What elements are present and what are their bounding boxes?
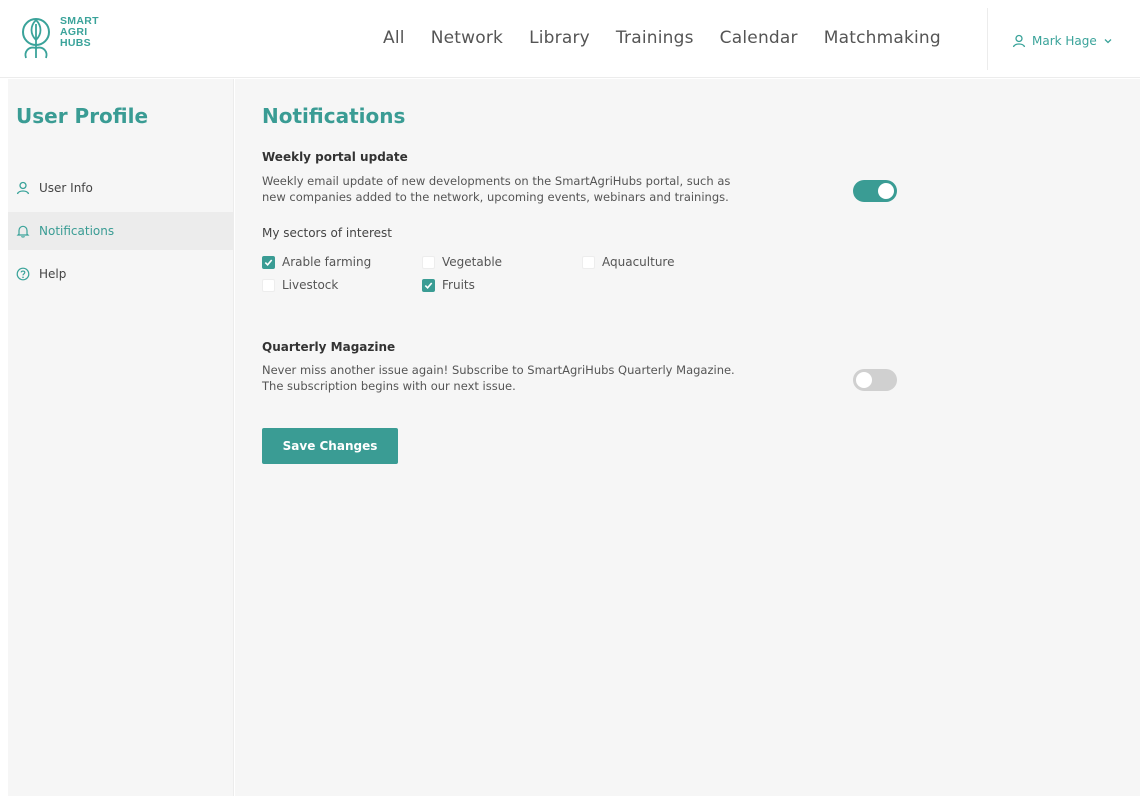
sidebar-item-notifications[interactable]: Notifications [8, 212, 234, 250]
leaf-globe-icon [22, 18, 50, 59]
sidebar-item-label: Help [39, 267, 67, 281]
nav-item-matchmaking[interactable]: Matchmaking [811, 28, 954, 56]
checkbox-label: Vegetable [442, 255, 503, 269]
description-line: Never miss another issue again! Subscrib… [262, 363, 735, 377]
checkbox-checked [262, 255, 275, 269]
sidebar-item-user-info[interactable]: User Info [8, 169, 234, 207]
sidebar-item-help[interactable]: Help [8, 255, 234, 293]
save-changes-button[interactable]: Save Changes [262, 428, 398, 464]
weekly-update-description: Weekly email update of new developments … [262, 173, 802, 205]
help-circle-icon [16, 267, 30, 281]
quarterly-magazine-description: Never miss another issue again! Subscrib… [262, 362, 802, 394]
nav-item-trainings[interactable]: Trainings [603, 28, 707, 56]
description-line: The subscription begins with our next is… [262, 379, 516, 393]
description-line: Weekly email update of new developments … [262, 174, 731, 188]
logo-wordmark: SMART AGRI HUBS [60, 16, 99, 49]
checkbox-vegetable[interactable]: Vegetable [422, 254, 502, 270]
sectors-label: My sectors of interest [262, 226, 392, 240]
page-title: Notifications [262, 104, 406, 128]
check-icon [424, 281, 433, 289]
chevron-down-icon [1104, 39, 1112, 44]
check-icon [264, 258, 273, 266]
checkbox-fruits[interactable]: Fruits [422, 277, 475, 293]
sidebar: User Profile User Info Notifications Hel… [8, 79, 234, 796]
checkbox-unchecked [262, 278, 275, 292]
top-header: SMART AGRI HUBS All Network Library Trai… [0, 0, 1140, 78]
sidebar-item-label: Notifications [39, 224, 115, 238]
checkbox-unchecked [422, 255, 435, 269]
description-line: new companies added to the network, upco… [262, 190, 729, 204]
checkbox-label: Fruits [442, 278, 475, 292]
checkbox-label: Aquaculture [602, 255, 675, 269]
user-icon [1012, 34, 1026, 48]
checkbox-label: Livestock [282, 278, 339, 292]
checkbox-livestock[interactable]: Livestock [262, 277, 338, 293]
notifications-panel: Notifications Weekly portal update Weekl… [235, 79, 1140, 796]
bell-icon [16, 225, 30, 238]
sidebar-item-label: User Info [39, 181, 93, 195]
quarterly-magazine-title: Quarterly Magazine [262, 340, 396, 354]
nav-item-library[interactable]: Library [516, 28, 603, 56]
smartagrihubs-logo[interactable]: SMART AGRI HUBS [16, 10, 116, 66]
logo-line: HUBS [60, 37, 91, 49]
user-icon [16, 181, 30, 195]
checkbox-checked [422, 278, 435, 292]
toggle-knob [856, 372, 872, 388]
nav-item-calendar[interactable]: Calendar [707, 28, 811, 56]
top-navigation: All Network Library Trainings Calendar M… [370, 28, 954, 56]
toggle-knob [878, 183, 894, 199]
checkbox-label: Arable farming [282, 255, 372, 269]
nav-item-network[interactable]: Network [418, 28, 516, 56]
checkbox-aquaculture[interactable]: Aquaculture [582, 254, 674, 270]
nav-item-all[interactable]: All [370, 28, 418, 56]
weekly-update-toggle[interactable] [853, 180, 897, 202]
checkbox-unchecked [582, 255, 595, 269]
user-menu[interactable]: Mark Hage [1012, 30, 1113, 52]
user-name: Mark Hage [1032, 34, 1097, 48]
header-divider [987, 8, 988, 70]
checkbox-arable-farming[interactable]: Arable farming [262, 254, 371, 270]
quarterly-magazine-toggle[interactable] [853, 369, 897, 391]
weekly-update-title: Weekly portal update [262, 150, 408, 164]
sidebar-title: User Profile [16, 104, 149, 128]
